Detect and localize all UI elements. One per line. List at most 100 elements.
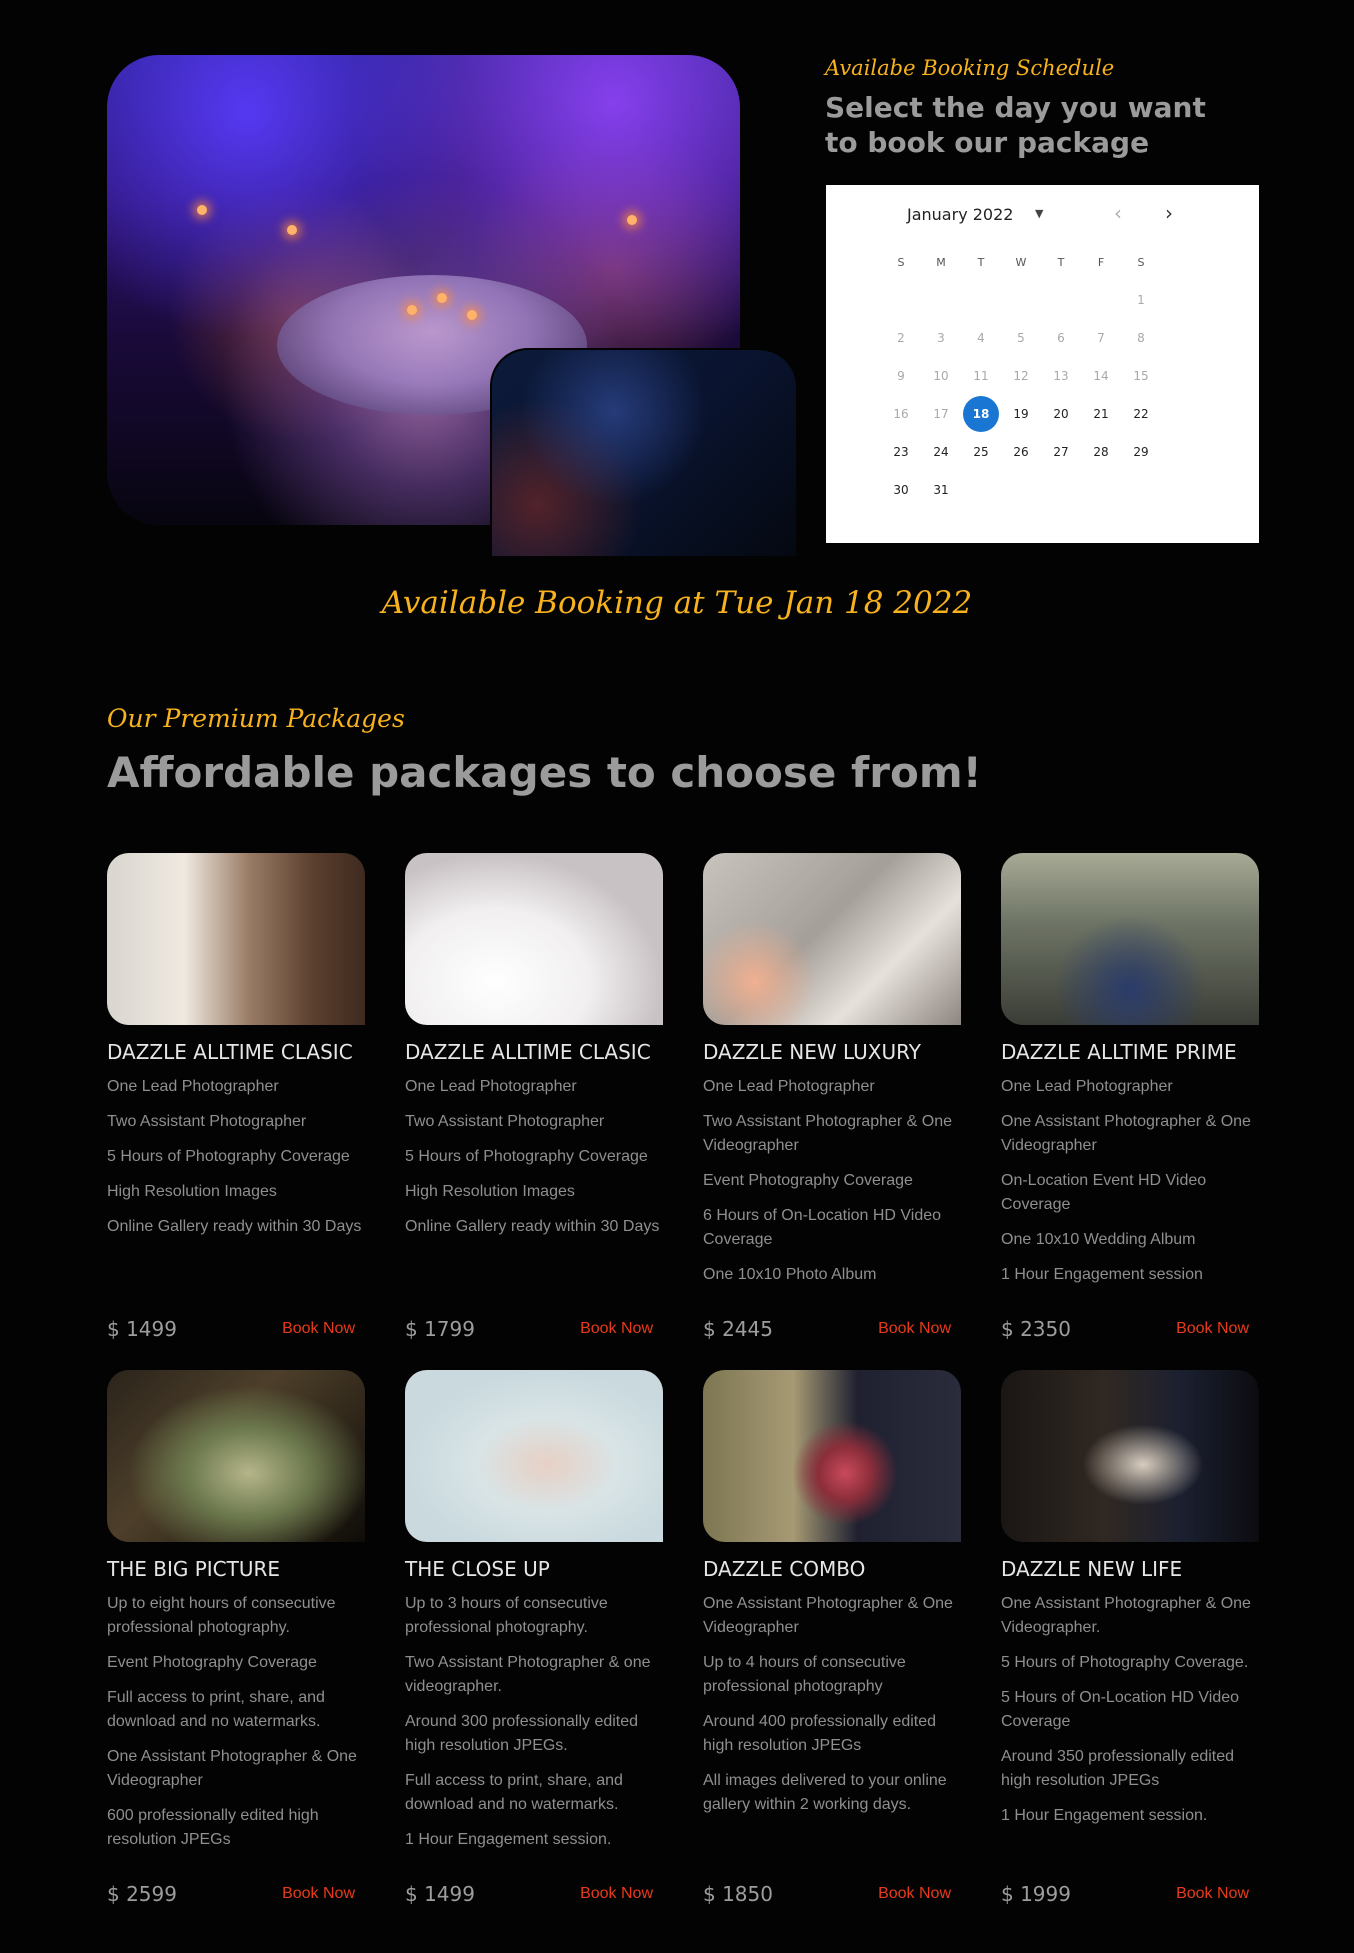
calendar-day: 4	[977, 331, 985, 345]
package-price-row: $ 2445 Book Now	[703, 1317, 951, 1341]
calendar-day[interactable]: 26	[1001, 445, 1041, 459]
calendar-day[interactable]: 30	[881, 483, 921, 497]
package-feature: 5 Hours of Photography Coverage	[107, 1148, 350, 1165]
weekday-header: T	[977, 255, 985, 269]
package-photo	[1001, 853, 1259, 1025]
videographer-photo	[490, 348, 796, 556]
book-now-button[interactable]: Book Now	[878, 1885, 951, 1903]
package-feature: 5 Hours of Photography Coverage	[405, 1148, 648, 1165]
candle-light	[437, 293, 447, 303]
package-feature-list: One Lead Photographer One Assistant Photo…	[1001, 1075, 1261, 1287]
package-price: $ 2350	[1001, 1317, 1071, 1341]
package-feature: Up to 4 hours of consecutive professiona…	[703, 1654, 906, 1695]
calendar-day: 13	[1053, 369, 1069, 383]
package-price: $ 2599	[107, 1882, 177, 1906]
calendar-day: 9	[897, 369, 905, 383]
book-now-button[interactable]: Book Now	[282, 1320, 355, 1338]
package-name: DAZZLE COMBO	[703, 1557, 866, 1581]
weekday-header: F	[1097, 255, 1105, 269]
candle-light	[467, 310, 477, 320]
calendar-day[interactable]: 22	[1121, 407, 1161, 421]
package-photo	[1001, 1370, 1259, 1542]
calendar-day[interactable]: 31	[921, 483, 961, 497]
package-feature: Around 400 professionally edited high re…	[703, 1713, 937, 1754]
package-price: $ 1999	[1001, 1882, 1071, 1906]
calendar-day[interactable]: 20	[1041, 407, 1081, 421]
package-price-row: $ 1999 Book Now	[1001, 1882, 1249, 1906]
package-name: DAZZLE ALLTIME CLASIC	[405, 1040, 651, 1064]
book-now-button[interactable]: Book Now	[1176, 1320, 1249, 1338]
book-now-button[interactable]: Book Now	[878, 1320, 951, 1338]
package-photo	[107, 853, 365, 1025]
package-feature: One Assistant Photographer & One Videogr…	[1001, 1113, 1251, 1154]
calendar-month-label[interactable]: January 2022	[907, 205, 1013, 224]
candle-light	[407, 305, 417, 315]
package-card: DAZZLE NEW LIFE One Assistant Photographe…	[1001, 1370, 1261, 1906]
package-feature-list: One Assistant Photographer & One Videogr…	[703, 1592, 963, 1817]
calendar-day[interactable]: 21	[1081, 407, 1121, 421]
weekday-header: S	[897, 255, 905, 269]
package-price: $ 1799	[405, 1317, 475, 1341]
weekday-header: T	[1057, 255, 1065, 269]
book-now-button[interactable]: Book Now	[1176, 1885, 1249, 1903]
package-feature: One 10x10 Photo Album	[703, 1266, 877, 1283]
calendar-day[interactable]: 27	[1041, 445, 1081, 459]
package-feature: 5 Hours of Photography Coverage.	[1001, 1654, 1249, 1671]
book-now-button[interactable]: Book Now	[580, 1885, 653, 1903]
calendar-day[interactable]: 19	[1001, 407, 1041, 421]
date-picker-calendar[interactable]: January 2022 ▼ ‹ › S M T W T F S 1 2 3 4 5 6 7 8 9 10 11 1…	[826, 185, 1259, 543]
calendar-day-selected[interactable]: 18	[961, 396, 1001, 432]
calendar-day: 10	[933, 369, 949, 383]
calendar-day[interactable]: 29	[1121, 445, 1161, 459]
package-feature: Full access to print, share, and downloa…	[107, 1689, 325, 1730]
book-now-button[interactable]: Book Now	[282, 1885, 355, 1903]
chevron-left-icon[interactable]: ‹	[1114, 201, 1122, 225]
package-card: DAZZLE NEW LUXURY One Lead Photographer Tw…	[703, 853, 963, 1341]
calendar-day[interactable]: 25	[961, 445, 1001, 459]
package-photo	[703, 1370, 961, 1542]
caret-down-icon[interactable]: ▼	[1035, 207, 1043, 220]
calendar-day: 16	[893, 407, 909, 421]
package-price-row: $ 2599 Book Now	[107, 1882, 355, 1906]
package-feature: Full access to print, share, and downloa…	[405, 1772, 623, 1813]
calendar-day[interactable]: 24	[921, 445, 961, 459]
package-price: $ 1850	[703, 1882, 773, 1906]
candle-light	[287, 225, 297, 235]
package-price: $ 2445	[703, 1317, 773, 1341]
chevron-right-icon[interactable]: ›	[1165, 201, 1173, 225]
package-feature: Two Assistant Photographer & one videogr…	[405, 1654, 651, 1695]
package-feature: One Lead Photographer	[1001, 1078, 1173, 1095]
package-feature: Up to eight hours of consecutive profess…	[107, 1595, 336, 1636]
package-price: $ 1499	[107, 1317, 177, 1341]
calendar-day: 12	[1013, 369, 1029, 383]
package-feature-list: One Lead Photographer Two Assistant Photo…	[405, 1075, 665, 1239]
package-feature: 1 Hour Engagement session	[1001, 1266, 1203, 1283]
calendar-day[interactable]: 23	[881, 445, 921, 459]
calendar-day: 11	[973, 369, 989, 383]
calendar-day[interactable]: 28	[1081, 445, 1121, 459]
package-photo	[405, 853, 663, 1025]
weekday-header: W	[1015, 255, 1027, 269]
package-feature: 5 Hours of On-Location HD Video Coverage	[1001, 1689, 1240, 1730]
package-feature: Two Assistant Photographer & One Videogr…	[703, 1113, 953, 1154]
package-feature: Online Gallery ready within 30 Days	[107, 1218, 362, 1235]
package-feature: Two Assistant Photographer	[107, 1113, 307, 1130]
package-name: DAZZLE ALLTIME PRIME	[1001, 1040, 1237, 1064]
package-card: DAZZLE ALLTIME PRIME One Lead Photographe…	[1001, 853, 1261, 1341]
package-feature: High Resolution Images	[405, 1183, 575, 1200]
package-feature: Around 350 professionally edited high re…	[1001, 1748, 1235, 1789]
package-price-row: $ 1499 Book Now	[107, 1317, 355, 1341]
packages-kicker: Our Premium Packages	[107, 704, 405, 733]
package-name: DAZZLE NEW LIFE	[1001, 1557, 1183, 1581]
candle-light	[197, 205, 207, 215]
package-price: $ 1499	[405, 1882, 475, 1906]
package-feature-list: Up to 3 hours of consecutive professiona…	[405, 1592, 665, 1852]
weekday-header: S	[1137, 255, 1145, 269]
package-feature-list: One Lead Photographer Two Assistant Photo…	[107, 1075, 367, 1239]
calendar-day: 15	[1133, 369, 1149, 383]
calendar-day: 3	[937, 331, 945, 345]
package-photo	[703, 853, 961, 1025]
package-price-row: $ 1799 Book Now	[405, 1317, 653, 1341]
book-now-button[interactable]: Book Now	[580, 1320, 653, 1338]
calendar-day: 8	[1137, 331, 1145, 345]
